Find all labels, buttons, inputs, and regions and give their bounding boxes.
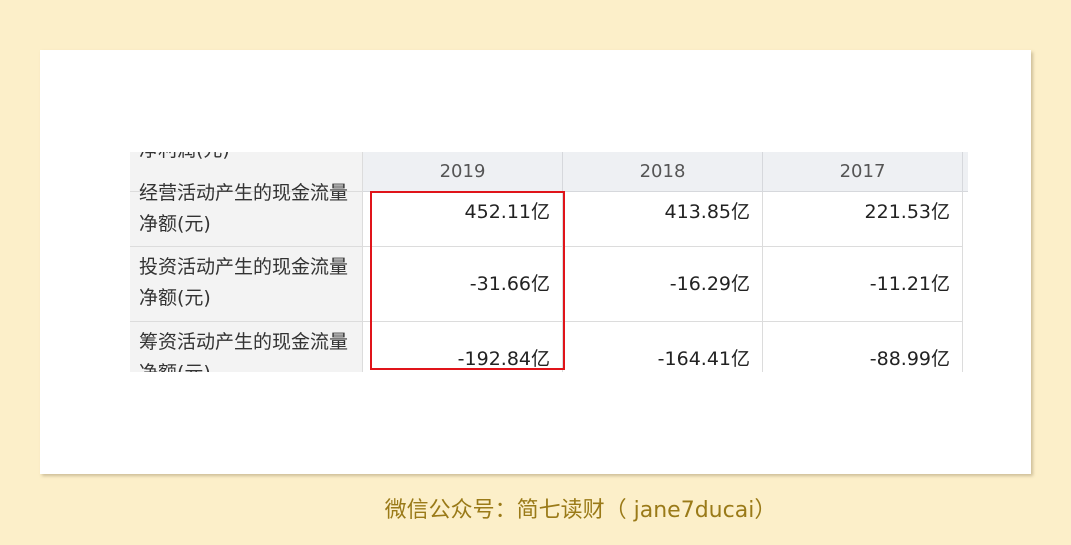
value-operating-2017: 221.53亿	[763, 192, 963, 247]
row-label-operating: 经营活动产生的现金流量 净额(元)	[130, 182, 363, 247]
year-header-2017: 2017	[763, 152, 963, 192]
year-header-2018: 2018	[563, 152, 763, 192]
cash-flow-table: 净利润(元) 2019 2018 2017 经营活动产生的现金流量 净额(元) …	[130, 152, 968, 372]
wechat-credit: 微信公众号：简七读财（ jane7ducai）	[384, 498, 777, 523]
value-operating-2019: 452.11亿	[363, 192, 563, 247]
value-investing-2017: -11.21亿	[763, 247, 963, 322]
row-label-line1: 投资活动产生的现金流量	[139, 256, 349, 278]
value-financing-2018: -164.41亿	[563, 322, 763, 372]
row-label-line1: 经营活动产生的现金流量	[139, 182, 349, 204]
value-investing-2018: -16.29亿	[563, 247, 763, 322]
row-label-line2: 净额(元)	[139, 287, 211, 309]
row-label-investing: 投资活动产生的现金流量 净额(元)	[130, 247, 363, 322]
row-label-financing: 筹资活动产生的现金流量 净额(元)	[130, 322, 363, 372]
year-header-overflow	[963, 152, 968, 192]
value-financing-2019: -192.84亿	[363, 322, 563, 372]
value-operating-2018: 413.85亿	[563, 192, 763, 247]
year-header-2019: 2019	[363, 152, 563, 192]
value-financing-2017: -88.99亿	[763, 322, 963, 372]
row-label-line2: 净额(元)	[139, 213, 211, 235]
row-label-line1: 筹资活动产生的现金流量	[139, 331, 349, 353]
value-investing-2019: -31.66亿	[363, 247, 563, 322]
row-label-line2: 净额(元)	[139, 358, 362, 372]
